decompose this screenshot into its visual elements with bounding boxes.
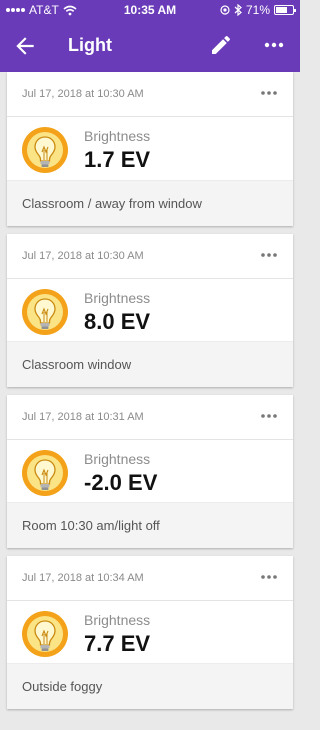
bluetooth-icon	[234, 4, 242, 16]
page-title: Light	[68, 35, 112, 55]
edit-pencil-icon[interactable]	[209, 33, 233, 57]
lightbulb-icon	[22, 450, 68, 496]
metric-label: Brightness	[84, 128, 151, 144]
metric-value: -2.0 EV	[84, 470, 158, 495]
entry-body: Brightness 7.7 EV	[7, 601, 293, 663]
more-horizontal-icon[interactable]	[262, 33, 286, 57]
location-icon	[220, 5, 230, 15]
entry-note-area: Outside foggy	[7, 663, 293, 709]
battery-level-fill	[276, 7, 288, 13]
entry-note-area: Classroom window	[7, 341, 293, 387]
entry-header: Jul 17, 2018 at 10:31 AM	[7, 395, 293, 440]
entry-note: Classroom / away from window	[22, 196, 202, 211]
status-right: 71%	[220, 3, 296, 17]
entry-body: Brightness 1.7 EV	[7, 117, 293, 179]
entry-timestamp: Jul 17, 2018 at 10:30 AM	[22, 88, 144, 100]
entry-body: Brightness 8.0 EV	[7, 279, 293, 341]
more-horizontal-icon[interactable]	[259, 570, 279, 584]
entry-note: Room 10:30 am/light off	[22, 518, 160, 533]
entry-timestamp: Jul 17, 2018 at 10:30 AM	[22, 250, 144, 262]
metric-label: Brightness	[84, 290, 151, 306]
entry-note-area: Classroom / away from window	[7, 180, 293, 226]
battery-icon	[274, 5, 296, 15]
entry-body: Brightness -2.0 EV	[7, 440, 293, 502]
metric-value: 8.0 EV	[84, 309, 151, 334]
entry-note-area: Room 10:30 am/light off	[7, 502, 293, 548]
entry-header: Jul 17, 2018 at 10:30 AM	[7, 72, 293, 117]
entry-list: Jul 17, 2018 at 10:30 AM Brightness 1.7 …	[7, 72, 293, 717]
more-horizontal-icon[interactable]	[259, 86, 279, 100]
lightbulb-icon	[22, 289, 68, 335]
entry-timestamp: Jul 17, 2018 at 10:31 AM	[22, 411, 144, 423]
lightbulb-icon	[22, 127, 68, 173]
entry-note: Classroom window	[22, 357, 132, 372]
back-arrow-icon[interactable]	[12, 33, 38, 59]
entry-card[interactable]: Jul 17, 2018 at 10:34 AM Brightness 7.7 …	[7, 556, 293, 709]
more-horizontal-icon[interactable]	[259, 248, 279, 262]
entry-card[interactable]: Jul 17, 2018 at 10:30 AM Brightness 1.7 …	[7, 72, 293, 226]
app-bar: Light	[0, 20, 300, 72]
more-horizontal-icon[interactable]	[259, 409, 279, 423]
lightbulb-icon	[22, 611, 68, 657]
metric-value: 1.7 EV	[84, 147, 151, 172]
entry-timestamp: Jul 17, 2018 at 10:34 AM	[22, 572, 144, 584]
metric-value: 7.7 EV	[84, 631, 151, 656]
status-bar: AT&T 10:35 AM 71%	[0, 0, 300, 20]
entry-card[interactable]: Jul 17, 2018 at 10:31 AM Brightness -2.0…	[7, 395, 293, 548]
entry-note: Outside foggy	[22, 679, 103, 694]
battery-percent: 71%	[245, 3, 270, 17]
entry-card[interactable]: Jul 17, 2018 at 10:30 AM Brightness 8.0 …	[7, 234, 293, 387]
entry-header: Jul 17, 2018 at 10:34 AM	[7, 556, 293, 601]
metric-label: Brightness	[84, 612, 151, 628]
metric-label: Brightness	[84, 451, 151, 467]
entry-header: Jul 17, 2018 at 10:30 AM	[7, 234, 293, 279]
